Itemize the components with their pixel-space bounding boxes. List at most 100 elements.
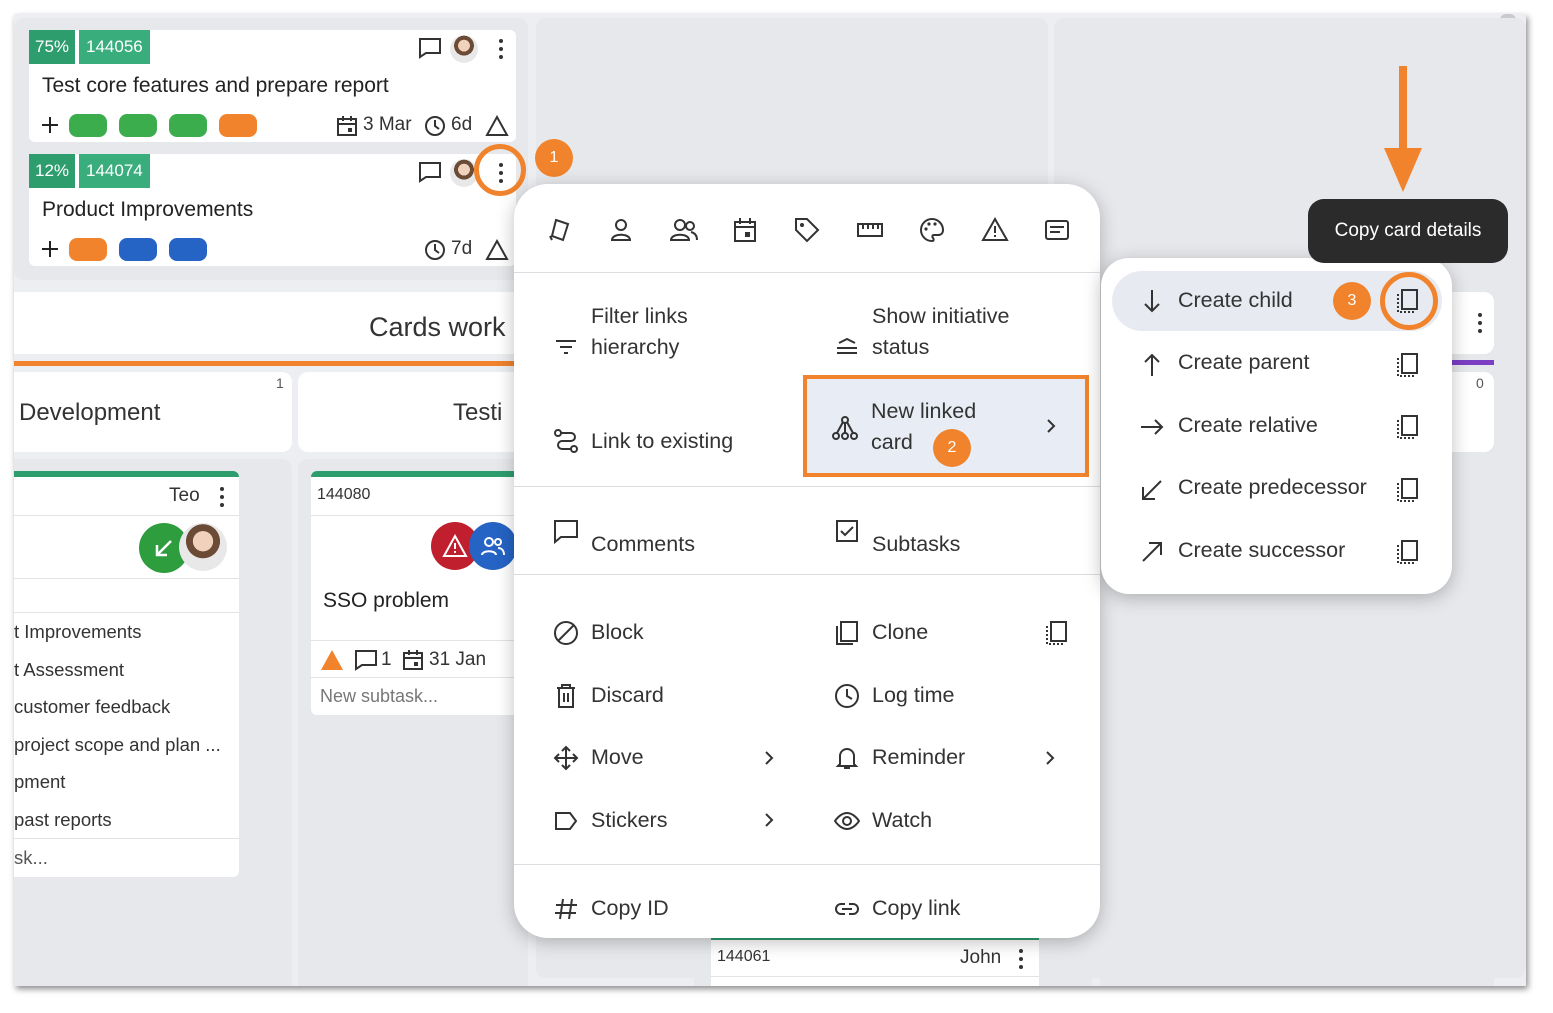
copy-details-icon[interactable] [1395, 352, 1421, 378]
card-144061[interactable]: 144061 John [711, 934, 1039, 986]
test-card-144080[interactable]: 144080 SSO problem 1 31 Jan New subtask.… [311, 471, 528, 715]
chevron-right-icon [1043, 751, 1057, 765]
chevron-right-icon [1044, 419, 1058, 433]
palette-icon[interactable] [918, 216, 946, 244]
new-subtask-input[interactable]: New subtask... [320, 686, 438, 707]
menu-item-label: Filter links hierarchy [591, 304, 688, 359]
eye-icon [833, 808, 861, 834]
arrow-up-right-icon [1139, 539, 1165, 565]
submenu-item-label: Create parent [1178, 350, 1310, 374]
more-icon[interactable] [491, 36, 511, 62]
step-badge: 3 [1333, 282, 1371, 320]
sticker-icon [553, 808, 579, 834]
card-144056[interactable]: 75% 144056 Test core features and prepar… [29, 30, 516, 142]
step-1-highlight-ring [474, 144, 526, 196]
subtask-row[interactable]: t Improvements [14, 621, 142, 643]
more-icon[interactable] [1470, 310, 1490, 336]
copy-details-icon[interactable] [1395, 477, 1421, 503]
ruler-icon[interactable] [856, 216, 884, 244]
divider [14, 578, 239, 579]
warning-icon [484, 238, 510, 262]
progress-badge: 12% [29, 154, 76, 188]
copy-details-icon[interactable] [1395, 539, 1421, 565]
subtask-row[interactable]: customer feedback [14, 696, 170, 718]
divider [311, 640, 528, 641]
arrow-down-icon [1139, 288, 1165, 314]
sticker [169, 238, 207, 261]
menu-item-new-linked-card[interactable]: New linked card 2 [803, 375, 1089, 477]
step-badge: 2 [933, 429, 971, 467]
warning-icon [484, 114, 510, 138]
submenu-item-label: Create child [1178, 288, 1293, 312]
menu-item-label: Discard [591, 683, 664, 707]
arrow-right-icon [1139, 414, 1165, 440]
hierarchy-icon [832, 415, 858, 441]
column-title: Development [19, 399, 161, 426]
users-icon [469, 522, 517, 570]
subtask-row[interactable]: t Assessment [14, 659, 124, 681]
column-count: 0 [1476, 375, 1484, 391]
due-date: 3 Mar [363, 114, 412, 135]
warning-icon [319, 648, 345, 672]
menu-separator [514, 864, 1100, 865]
column-header-testing[interactable]: Testi [298, 372, 528, 452]
avatar[interactable] [450, 35, 478, 63]
move-icon [553, 745, 579, 771]
clock-icon [423, 114, 447, 138]
lane-color-bar [14, 361, 534, 366]
menu-item-label: Watch [872, 808, 933, 832]
column-count: 1 [276, 375, 284, 391]
sticker [119, 238, 157, 261]
menu-item-label: Show initiative status [872, 304, 1010, 359]
new-subtask-input[interactable]: sk... [14, 847, 48, 869]
tag-icon[interactable] [793, 216, 821, 244]
subtask-row[interactable]: project scope and plan ... [14, 734, 221, 756]
plus-icon[interactable] [39, 238, 61, 260]
card-type-icon[interactable] [545, 216, 573, 244]
lane-banner: Cards work [14, 292, 534, 354]
due-date: 31 Jan [429, 649, 487, 670]
comment-icon[interactable] [417, 36, 443, 60]
checkbox-icon [834, 518, 860, 544]
calendar-icon[interactable] [731, 216, 759, 244]
card-title: Product Improvements [42, 198, 254, 221]
arrow-down-left-icon [1139, 477, 1165, 503]
description-icon[interactable] [1043, 216, 1071, 244]
users-icon[interactable] [669, 216, 698, 244]
menu-item-label: Subtasks [872, 532, 961, 556]
copy-details-icon[interactable] [1395, 414, 1421, 440]
warning-icon[interactable] [981, 216, 1009, 244]
more-icon[interactable] [212, 484, 232, 510]
card-144074[interactable]: 12% 144074 Product Improvements 7d [29, 154, 516, 266]
card-owner: John [960, 947, 1002, 968]
divider [14, 515, 239, 516]
subtask-row[interactable]: pment [14, 771, 65, 793]
comment-icon[interactable] [417, 160, 443, 184]
avatar [179, 523, 227, 571]
calendar-icon [401, 648, 425, 672]
plus-icon[interactable] [39, 114, 61, 136]
user-icon[interactable] [607, 216, 635, 244]
divider [311, 677, 528, 678]
submenu-item-label: Create predecessor [1178, 475, 1367, 499]
trash-icon [553, 683, 579, 709]
sticker [69, 114, 107, 137]
card-title: SSO problem [323, 589, 450, 612]
arrow-up-icon [1139, 352, 1165, 378]
menu-separator [514, 574, 1100, 575]
card-owner: Teo [169, 485, 200, 506]
lane-title: Cards work [369, 312, 506, 342]
sticker [69, 238, 107, 261]
menu-item-label: Copy link [872, 896, 961, 920]
dev-card[interactable]: Teo t Improvements t Assessment customer… [14, 471, 239, 877]
more-icon[interactable] [1011, 946, 1031, 972]
subtask-row[interactable]: past reports [14, 809, 112, 831]
step-3-highlight-ring [1380, 272, 1438, 330]
step-badge: 1 [535, 139, 573, 177]
divider [14, 612, 239, 613]
column-header-development[interactable]: Development 1 [14, 372, 292, 452]
divider [14, 838, 239, 839]
copy-details-icon[interactable] [1044, 620, 1070, 646]
divider [711, 976, 1039, 977]
comment-count: 1 [381, 649, 392, 670]
